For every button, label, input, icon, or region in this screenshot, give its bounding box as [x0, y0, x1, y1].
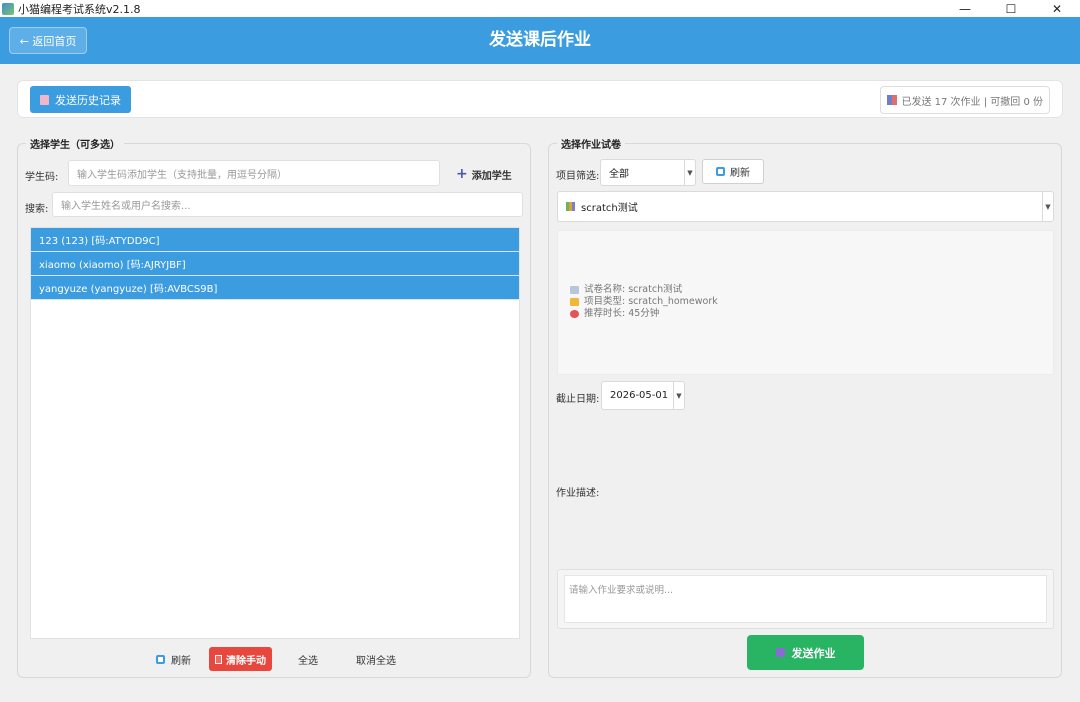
history-icon [40, 94, 49, 105]
search-label: 搜索: [25, 204, 49, 215]
paper-info-box: 试卷名称: scratch测试 项目类型: scratch_homework 推… [557, 230, 1054, 375]
select-paper-title: 选择作业试卷 [557, 136, 625, 151]
refresh-icon [156, 654, 165, 664]
add-student-button[interactable]: + 添加学生 [456, 164, 516, 184]
select-all-button[interactable]: 全选 [298, 647, 318, 671]
refresh-students-label: 刷新 [171, 655, 191, 667]
description-textarea[interactable]: 请输入作业要求或说明... [564, 575, 1047, 623]
folder-icon [570, 298, 579, 306]
paper-duration-line: 推荐时长: 45分钟 [570, 308, 718, 320]
back-home-button[interactable]: ← 返回首页 [9, 27, 87, 54]
stats-chart-icon [887, 95, 898, 105]
close-button[interactable]: ✕ [1034, 0, 1080, 17]
deadline-value: 2026-05-01 [610, 390, 669, 401]
select-students-title: 选择学生（可多选） [26, 136, 124, 151]
paper-type-line: 项目类型: scratch_homework [570, 296, 718, 308]
paper-info: 试卷名称: scratch测试 项目类型: scratch_homework 推… [570, 284, 718, 320]
send-icon [775, 648, 785, 657]
clear-manual-label: 清除手动 [226, 655, 266, 667]
deadline-date-picker[interactable]: 2026-05-01 ▼ [601, 381, 685, 410]
deselect-all-button[interactable]: 取消全选 [356, 647, 396, 671]
trash-icon [215, 654, 222, 664]
select-students-group: 选择学生（可多选） 学生码: 输入学生码添加学生（支持批量，用逗号分隔） + 添… [17, 136, 532, 678]
clock-icon [570, 310, 579, 318]
paper-select-value: scratch测试 [581, 203, 638, 214]
window-title: 小猫编程考试系统v2.1.8 [18, 2, 141, 16]
select-paper-group: 选择作业试卷 项目筛选: 全部 ▼ 刷新 scratch测试 ▼ 试卷名称: s… [548, 136, 1062, 678]
description-container: 请输入作业要求或说明... [557, 569, 1054, 629]
plus-icon: + [456, 166, 468, 182]
student-list-item[interactable]: yangyuze (yangyuze) [码:AVBCS9B] [31, 276, 519, 300]
student-list-item[interactable]: 123 (123) [码:ATYDD9C] [31, 228, 519, 252]
refresh-papers-button[interactable]: 刷新 [702, 159, 764, 184]
paper-type-text: 项目类型: scratch_homework [584, 296, 718, 307]
window-titlebar: 小猫编程考试系统v2.1.8 — ☐ ✕ [0, 0, 1080, 17]
student-code-input[interactable]: 输入学生码添加学生（支持批量，用逗号分隔） [68, 160, 440, 186]
send-stats-badge: 已发送 17 次作业 | 可撤回 0 份 [880, 86, 1050, 114]
paper-duration-text: 推荐时长: 45分钟 [584, 308, 660, 319]
app-icon [2, 2, 14, 15]
books-icon [566, 202, 575, 211]
page-title: 发送课后作业 [489, 30, 591, 50]
paper-name-line: 试卷名称: scratch测试 [570, 284, 718, 296]
toolbar-card: 发送历史记录 已发送 17 次作业 | 可撤回 0 份 [17, 80, 1063, 118]
send-stats-text: 已发送 17 次作业 | 可撤回 0 份 [901, 96, 1043, 108]
paper-select[interactable]: scratch测试 ▼ [557, 191, 1054, 222]
paper-name-text: 试卷名称: scratch测试 [584, 284, 683, 295]
clear-manual-button[interactable]: 清除手动 [209, 647, 272, 671]
student-list[interactable]: 123 (123) [码:ATYDD9C] xiaomo (xiaomo) [码… [30, 227, 520, 639]
chevron-down-icon: ▼ [1042, 192, 1053, 221]
page-header: 发送课后作业 ← 返回首页 [0, 17, 1080, 64]
student-list-item[interactable]: xiaomo (xiaomo) [码:AJRYJBF] [31, 252, 519, 276]
refresh-papers-label: 刷新 [730, 168, 750, 179]
deadline-label: 截止日期: [556, 394, 600, 405]
project-filter-value: 全部 [609, 169, 629, 180]
send-history-label: 发送历史记录 [55, 93, 121, 107]
project-filter-label: 项目筛选: [556, 171, 600, 182]
send-homework-button[interactable]: 发送作业 [747, 635, 864, 670]
minimize-button[interactable]: — [942, 0, 988, 17]
refresh-icon [716, 167, 725, 176]
student-code-label: 学生码: [25, 172, 59, 183]
project-filter-select[interactable]: 全部 ▼ [600, 159, 696, 186]
chevron-down-icon: ▼ [684, 160, 695, 185]
send-history-button[interactable]: 发送历史记录 [30, 86, 131, 113]
book-icon [570, 286, 579, 294]
add-student-label: 添加学生 [471, 170, 512, 182]
student-actions: 刷新 清除手动 全选 取消全选 [18, 647, 532, 671]
window-controls: — ☐ ✕ [942, 0, 1080, 17]
student-search-input[interactable]: 输入学生姓名或用户名搜索... [52, 192, 523, 217]
send-homework-label: 发送作业 [791, 646, 836, 660]
maximize-button[interactable]: ☐ [988, 0, 1034, 17]
chevron-down-icon: ▼ [673, 382, 684, 409]
refresh-students-button[interactable]: 刷新 [156, 647, 196, 671]
description-label: 作业描述: [556, 488, 600, 499]
